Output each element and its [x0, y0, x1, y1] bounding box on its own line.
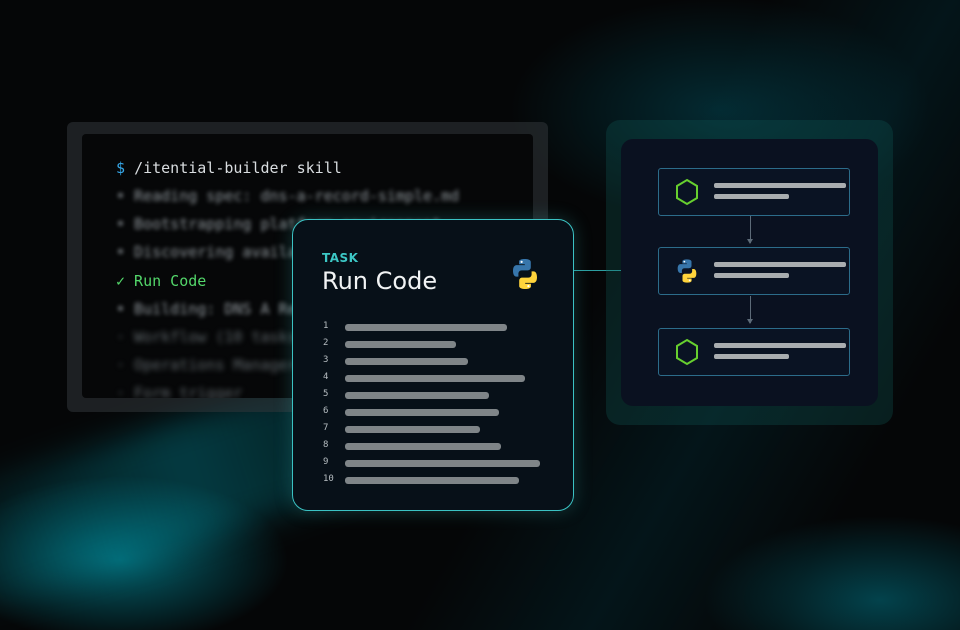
python-icon	[677, 259, 697, 283]
workflow-panel	[621, 139, 878, 406]
code-line-number: 1	[323, 321, 329, 331]
code-line-number: 8	[323, 440, 329, 450]
terminal-line: · Operations Manager	[116, 356, 297, 374]
task-label: TASK	[322, 251, 359, 265]
code-line-bar	[345, 375, 525, 382]
workflow-arrow	[747, 216, 753, 244]
code-line-number: 3	[323, 355, 329, 365]
code-line-number: 2	[323, 338, 329, 348]
workflow-node-title-bar	[714, 262, 846, 267]
code-line-bar	[345, 324, 507, 331]
terminal-command-line: $ /itential-builder skill	[116, 159, 342, 177]
workflow-node-start[interactable]	[658, 168, 850, 216]
workflow-node-title-bar	[714, 343, 846, 348]
terminal-command: /itential-builder skill	[134, 159, 342, 177]
terminal-line: • Reading spec: dns-a-record-simple.md	[116, 187, 460, 205]
code-line-number: 5	[323, 389, 329, 399]
code-line-bar	[345, 477, 519, 484]
terminal-line: · Form trigger	[116, 384, 243, 398]
task-title: Run Code	[322, 267, 438, 295]
workflow-node-python[interactable]	[658, 247, 850, 295]
code-line-bar	[345, 443, 501, 450]
hexagon-icon	[676, 338, 698, 366]
task-card[interactable]: TASK Run Code 1 2 3 4 5 6 7 8 9 10	[292, 219, 574, 511]
workflow-arrow	[747, 296, 753, 324]
code-line-bar	[345, 341, 456, 348]
terminal-line: · Workflow (10 tasks)	[116, 328, 306, 346]
code-line-number: 10	[323, 474, 334, 484]
code-line-bar	[345, 426, 480, 433]
code-line-number: 6	[323, 406, 329, 416]
workflow-node-subtitle-bar	[714, 194, 789, 199]
code-line-bar	[345, 409, 499, 416]
code-line-number: 9	[323, 457, 329, 467]
workflow-node-subtitle-bar	[714, 354, 789, 359]
code-line-bar	[345, 460, 540, 467]
hexagon-icon	[676, 178, 698, 206]
code-line-bar	[345, 358, 468, 365]
code-line-number: 7	[323, 423, 329, 433]
terminal-prompt: $	[116, 159, 126, 177]
workflow-node-subtitle-bar	[714, 273, 789, 278]
terminal-line-success: ✓ Run Code	[116, 272, 207, 290]
python-icon	[513, 259, 537, 289]
workflow-node-end[interactable]	[658, 328, 850, 376]
code-line-bar	[345, 392, 489, 399]
code-line-number: 4	[323, 372, 329, 382]
workflow-node-title-bar	[714, 183, 846, 188]
